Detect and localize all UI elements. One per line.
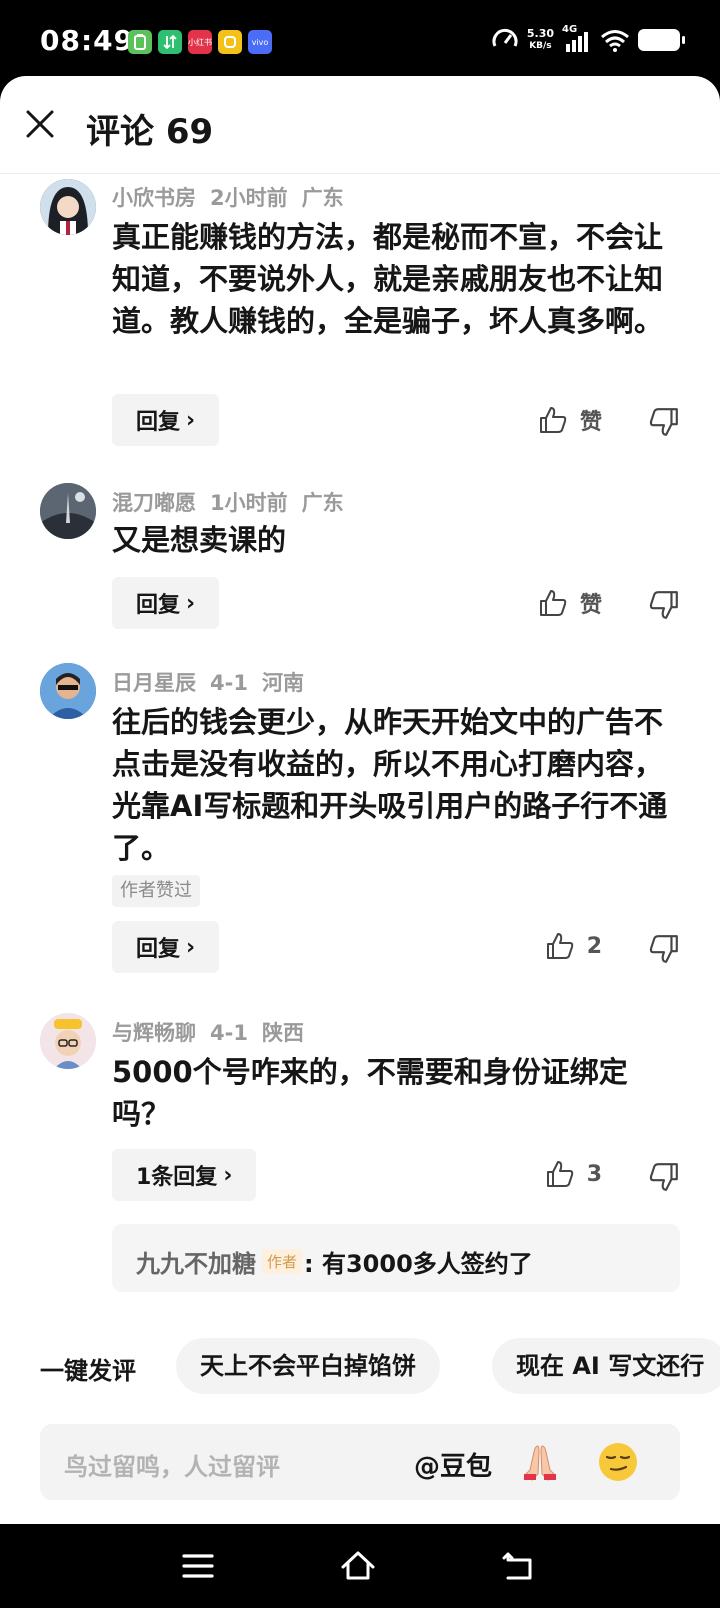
comment-text: 真正能赚钱的方法，都是秘而不宣，不会让知道，不要说外人，就是亲戚朋友也不让知道。…	[112, 220, 664, 338]
like-button[interactable]: 赞	[538, 587, 602, 619]
reply-label: 回复	[136, 410, 181, 435]
comment-meta: 小欣书房 2小时前 广东	[112, 182, 358, 212]
wifi-icon	[601, 30, 629, 52]
comment-meta: 与辉畅聊 4-1 陕西	[112, 1017, 318, 1047]
vivo-app-label: vivo	[251, 37, 269, 47]
comment-item: 与辉畅聊 4-1 陕西 5000个号咋来的，不需要和身份证绑定吗？ 1条回复 › 3 …	[0, 1011, 720, 1331]
comment-meta: 混刀嘟愿 1小时前 广东	[112, 487, 358, 517]
comment-author[interactable]: 与辉畅聊	[112, 1021, 196, 1045]
xiaohongshu-app-label: 小红书	[188, 37, 212, 47]
comment-text: 又是想卖课的	[112, 523, 287, 557]
comment-header: 评论 69	[0, 76, 720, 174]
status-indicators: 5.30 KB/s 4G	[491, 24, 685, 54]
comment-item: 小欣书房 2小时前 广东 真正能赚钱的方法，都是秘而不宣，不会让知道，不要说外人，就…	[0, 176, 720, 476]
avatar[interactable]	[40, 663, 96, 719]
cell-signal: 4G	[562, 24, 592, 52]
system-nav-bar	[0, 1524, 720, 1608]
battery-saver-app-icon	[128, 30, 152, 54]
reply-button[interactable]: 回复 ›	[112, 921, 220, 973]
battery-icon	[638, 29, 685, 51]
like-label: 赞	[579, 593, 602, 618]
comment-time: 4-1	[210, 1021, 248, 1045]
menu-icon[interactable]	[180, 1548, 216, 1584]
net-speed: 5.30 KB/s	[527, 28, 554, 52]
comment-meta: 日月星辰 4-1 河南	[112, 667, 318, 697]
reply-label: 1条回复	[136, 1165, 218, 1190]
comment-author[interactable]: 小欣书房	[112, 186, 196, 210]
sub-reply-text: : 有3000多人签约了	[304, 1250, 533, 1278]
chevron-right-icon: ›	[186, 934, 196, 960]
avatar[interactable]	[40, 483, 96, 539]
mention-doubao-button[interactable]: @豆包	[414, 1446, 492, 1483]
praying-hands-emoji-icon[interactable]	[518, 1440, 562, 1484]
net-speed-unit: KB/s	[529, 41, 552, 51]
thumbs-down-icon[interactable]	[648, 406, 680, 438]
comment-text: 往后的钱会更少，从昨天开始文中的广告不点击是没有收益的，所以不用心打磨内容，光靠…	[112, 705, 668, 865]
thumbs-down-icon[interactable]	[648, 589, 680, 621]
thumbs-up-icon	[539, 407, 567, 433]
comment-location: 广东	[301, 491, 344, 515]
yellow-app-icon	[218, 30, 242, 54]
speedometer-icon	[492, 28, 518, 47]
comment-text: 5000个号咋来的，不需要和身份证绑定吗？	[112, 1055, 628, 1131]
close-icon[interactable]	[22, 106, 58, 142]
comment-author[interactable]: 混刀嘟愿	[112, 491, 196, 515]
quick-comment-row: 一键发评 天上不会平白掉馅饼 现在 AI 写文还行	[0, 1338, 720, 1394]
notification-icons: 小红书 vivo	[128, 30, 272, 54]
like-button[interactable]: 赞	[538, 404, 602, 436]
quick-comment-chip[interactable]: 现在 AI 写文还行	[492, 1338, 720, 1394]
thumbs-down-icon[interactable]	[648, 1161, 680, 1193]
comment-time: 1小时前	[210, 491, 288, 515]
comment-item: 混刀嘟愿 1小时前 广东 又是想卖课的 回复 › 赞	[0, 481, 720, 651]
thumbs-down-icon[interactable]	[648, 933, 680, 965]
page-title: 评论 69	[86, 112, 214, 152]
author-liked-badge: 作者赞过	[112, 875, 200, 907]
reply-label: 回复	[136, 937, 181, 962]
chevron-right-icon: ›	[223, 1162, 233, 1188]
view-replies-button[interactable]: 1条回复 ›	[112, 1149, 257, 1201]
smirk-emoji-icon[interactable]	[596, 1440, 640, 1484]
author-tag: 作者	[262, 1249, 303, 1274]
status-time: 08:49	[40, 24, 135, 57]
like-count: 3	[586, 1161, 602, 1187]
home-icon[interactable]	[340, 1548, 376, 1584]
vivo-app-icon: vivo	[248, 30, 272, 54]
chevron-right-icon: ›	[186, 590, 196, 616]
xiaohongshu-app-icon: 小红书	[188, 30, 212, 54]
sub-reply-author[interactable]: 九九不加糖	[136, 1244, 256, 1279]
thumbs-up-icon	[539, 590, 567, 616]
like-button[interactable]: 2	[545, 931, 602, 961]
net-speed-value: 5.30	[526, 27, 554, 40]
thumbs-up-icon	[546, 1161, 573, 1187]
reply-label: 回复	[136, 593, 181, 618]
comment-item: 日月星辰 4-1 河南 往后的钱会更少，从昨天开始文中的广告不点击是没有收益的，所以…	[0, 661, 720, 1011]
comment-location: 陕西	[261, 1021, 304, 1045]
sub-reply[interactable]: 九九不加糖 作者 : 有3000多人签约了	[112, 1224, 680, 1292]
comment-sheet: 评论 69 小欣书房 2小时前 广东 真正能赚钱的方法，都是秘而不宣，不会让知道，不…	[0, 76, 720, 1524]
reply-button[interactable]: 回复 ›	[112, 577, 220, 629]
sub-reply-content: 九九不加糖 作者 : 有3000多人签约了	[136, 1244, 533, 1279]
thumbs-up-icon	[546, 933, 573, 959]
reply-button[interactable]: 回复 ›	[112, 394, 220, 446]
comment-input[interactable]: 鸟过留鸣，人过留评 @豆包	[40, 1424, 680, 1500]
back-icon[interactable]	[502, 1548, 538, 1584]
transfer-app-icon	[158, 30, 182, 54]
like-count: 2	[586, 933, 602, 959]
quick-comment-label: 一键发评	[40, 1357, 136, 1385]
comment-author[interactable]: 日月星辰	[112, 671, 196, 695]
avatar[interactable]	[40, 1013, 96, 1069]
chevron-right-icon: ›	[186, 407, 196, 433]
avatar[interactable]	[40, 179, 96, 235]
comment-time: 4-1	[210, 671, 248, 695]
comment-location: 河南	[261, 671, 304, 695]
comment-location: 广东	[301, 186, 344, 210]
like-button[interactable]: 3	[545, 1159, 602, 1189]
comment-time: 2小时前	[210, 186, 288, 210]
comment-input-placeholder: 鸟过留鸣，人过留评	[64, 1453, 280, 1481]
status-bar: 08:49 小红书 vivo 5.30 KB/s 4G	[0, 0, 720, 80]
like-label: 赞	[579, 410, 602, 435]
quick-comment-chip[interactable]: 天上不会平白掉馅饼	[176, 1338, 440, 1394]
network-type: 4G	[562, 24, 578, 35]
